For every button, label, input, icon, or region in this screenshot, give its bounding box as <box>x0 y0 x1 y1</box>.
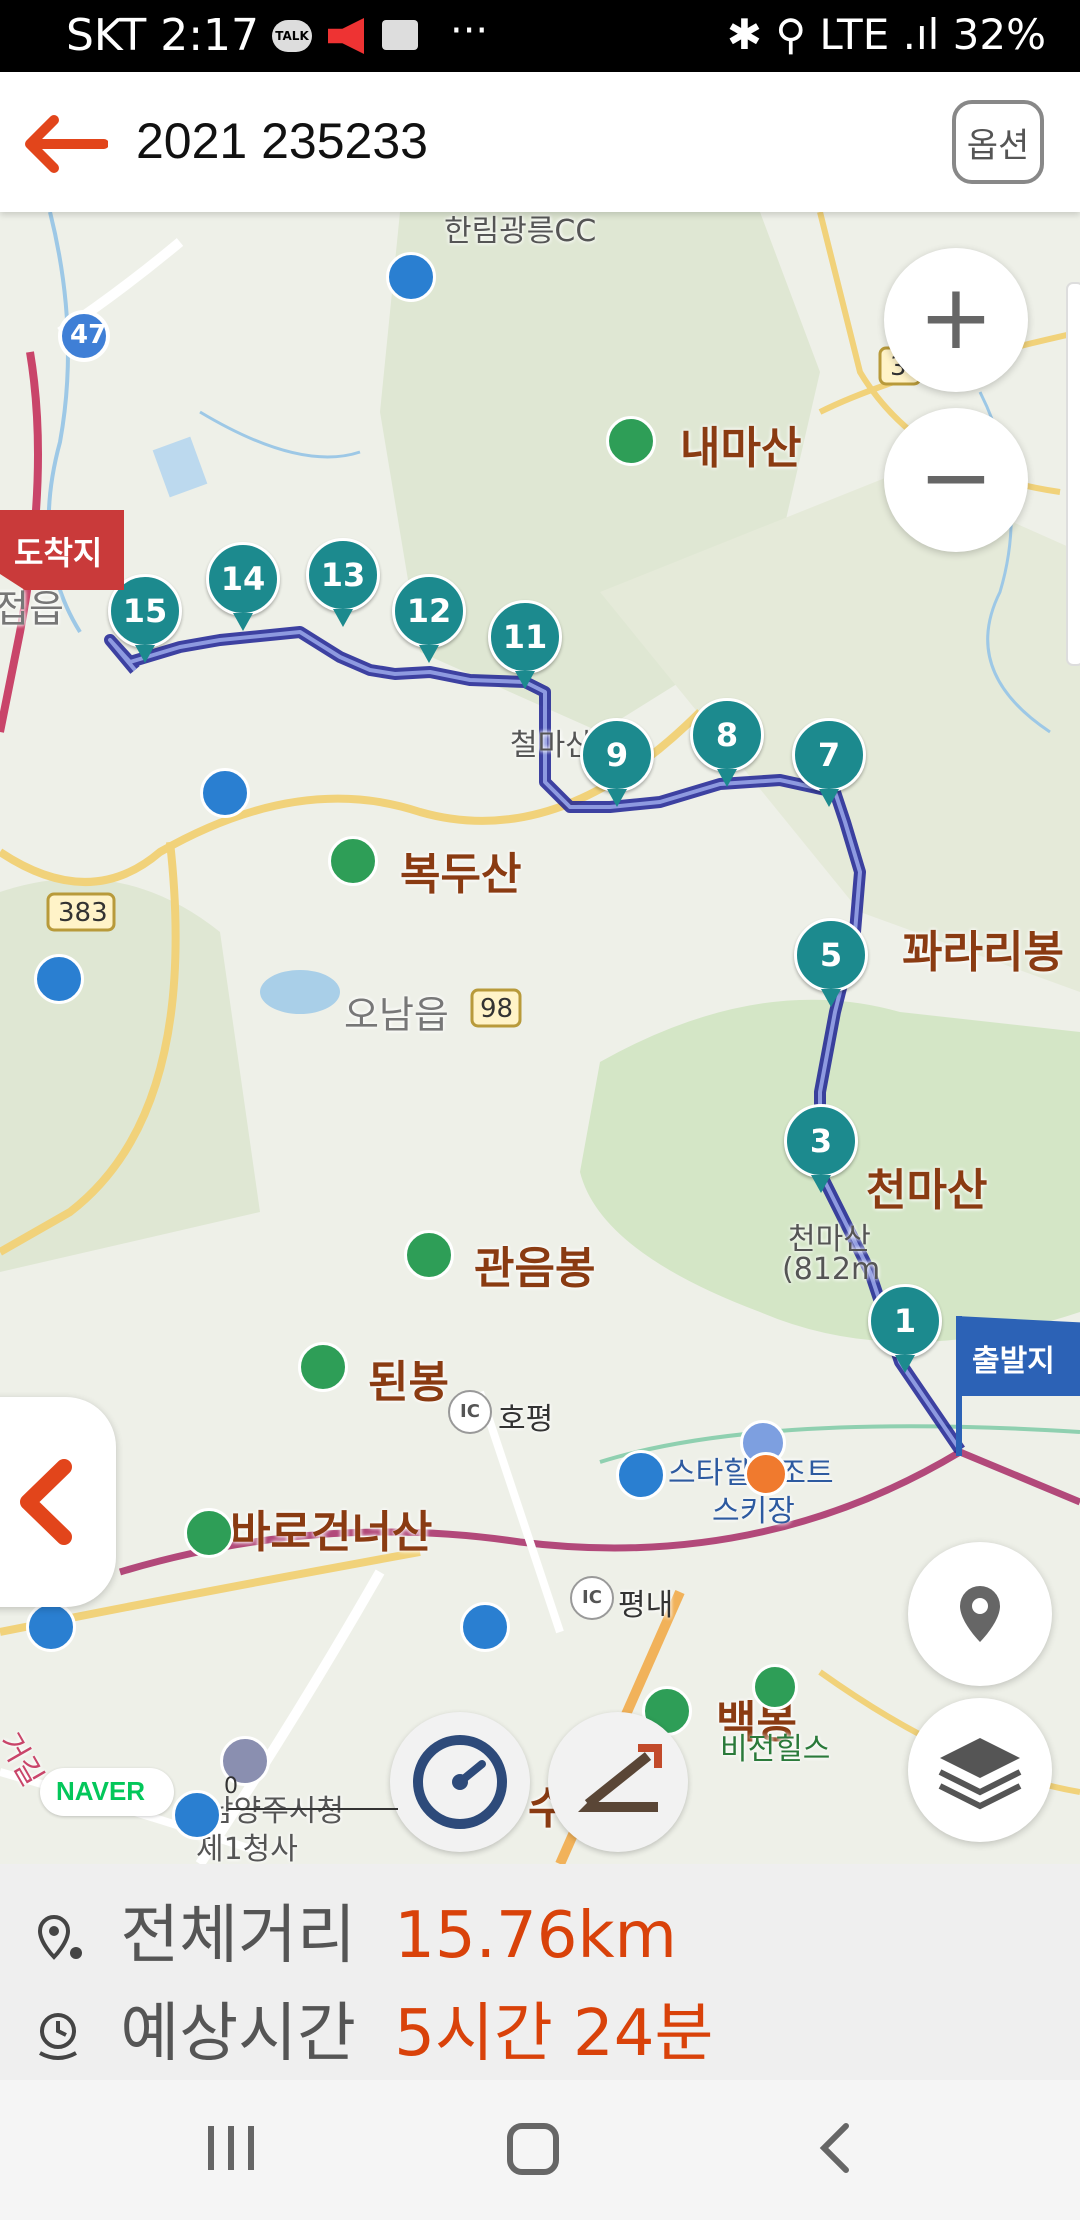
map-label-bokdusan: 복두산 <box>400 849 522 900</box>
road-98-label: 98 <box>480 994 514 1024</box>
map-view[interactable]: 47 383 98 3 한림광릉CC 내마산 복두산 꽈라리봉 오남읍 천마산 … <box>0 212 1080 1864</box>
map-scrollbar[interactable] <box>1066 282 1080 666</box>
map-label-gwaneumbong: 관음봉 <box>474 1243 596 1294</box>
time-label: 예상시간 <box>120 1997 356 2071</box>
waypoint-marker-1[interactable]: 1 <box>868 1284 942 1373</box>
waypoint-marker-13[interactable]: 13 <box>306 538 380 627</box>
mountain-icon[interactable] <box>184 1508 234 1558</box>
waypoint-marker-3[interactable]: 3 <box>784 1104 858 1193</box>
megaphone-icon <box>328 18 364 54</box>
map-label-kkararibong: 꽈라리봉 <box>902 927 1064 978</box>
naver-logo-text: NAVER <box>56 1776 146 1806</box>
star-icon[interactable] <box>744 1452 788 1496</box>
road-47-label: 47 <box>70 320 107 350</box>
map-scale-label: 0 <box>224 1774 238 1799</box>
status-system-icons: ✱ ⚲ LTE .ıl 32% <box>726 10 1046 59</box>
back-arrow-icon[interactable] <box>24 114 108 174</box>
status-carrier-time: SKT 2:17 <box>66 10 260 61</box>
waypoint-marker-5[interactable]: 5 <box>794 918 868 1007</box>
distance-label: 전체거리 <box>120 1899 356 1973</box>
elevation-button[interactable] <box>548 1712 688 1852</box>
ic-badge-hopyeong: IC <box>448 1390 492 1434</box>
waypoint-marker-11[interactable]: 11 <box>488 600 562 689</box>
more-notifications-icon: ··· <box>450 8 489 54</box>
recent-apps-icon[interactable] <box>208 2126 254 2170</box>
arrival-flag[interactable]: 도착지 <box>0 510 124 590</box>
speedometer-icon <box>413 1735 507 1829</box>
time-row: 예상시간 5시간 24분 <box>30 1982 713 2082</box>
system-nav-bar <box>0 2080 1080 2220</box>
departure-flag[interactable]: 출발지 <box>950 1316 1080 1466</box>
speedometer-button[interactable] <box>390 1712 530 1852</box>
app-header: 2021 235233 옵션 <box>0 72 1080 212</box>
park-icon[interactable] <box>460 1602 510 1652</box>
minus-icon: − <box>918 425 994 530</box>
waypoint-marker-8[interactable]: 8 <box>690 698 764 787</box>
map-label-doenbong: 된봉 <box>368 1357 449 1408</box>
time-value: 5시간 24분 <box>394 1997 714 2071</box>
zoom-in-button[interactable]: + <box>884 248 1028 392</box>
page-title: 2021 235233 <box>136 113 428 169</box>
zoom-out-button[interactable]: − <box>884 408 1028 552</box>
map-label-hopyeong: 호평 <box>498 1402 554 1437</box>
map-label-pyeongnae: 평내 <box>618 1588 674 1623</box>
route-summary-panel: 전체거리 15.76km 예상시간 5시간 24분 <box>0 1864 1080 2080</box>
back-nav-icon[interactable] <box>819 2123 849 2173</box>
waypoint-marker-14[interactable]: 14 <box>206 542 280 631</box>
options-button[interactable]: 옵션 <box>952 100 1044 184</box>
plus-icon: + <box>918 265 994 370</box>
message-icon <box>382 20 418 50</box>
arrival-label: 도착지 <box>14 534 103 572</box>
distance-row: 전체거리 15.76km <box>30 1884 677 1984</box>
park-icon[interactable] <box>200 768 250 818</box>
waypoint-marker-9[interactable]: 9 <box>580 718 654 807</box>
my-location-button[interactable] <box>908 1542 1052 1686</box>
map-label-onameup: 오남읍 <box>344 993 449 1037</box>
clock-pin-icon <box>39 2013 77 2061</box>
park-icon[interactable] <box>172 1790 222 1840</box>
elevation-icon <box>578 1744 662 1812</box>
park-icon[interactable] <box>26 1602 76 1652</box>
departure-label: 출발지 <box>972 1344 1055 1379</box>
status-bar: SKT 2:17 TALK ··· ✱ ⚲ LTE .ıl 32% <box>0 0 1080 72</box>
map-label-vision-hills: 비전힐스 <box>720 1732 831 1767</box>
layers-icon <box>938 1738 1022 1810</box>
map-scale-bar <box>228 1808 398 1810</box>
map-label-cheonmasan-alt: (812m <box>782 1252 881 1287</box>
map-label-cc: 한림광릉CC <box>444 214 597 249</box>
location-pin-icon <box>960 1586 1000 1642</box>
mountain-icon[interactable] <box>298 1342 348 1392</box>
map-label-naemasan: 내마산 <box>680 423 802 474</box>
park-icon[interactable] <box>616 1450 666 1500</box>
mountain-icon[interactable] <box>328 836 378 886</box>
distance-pin-icon <box>37 1915 82 1961</box>
flag-icon[interactable] <box>752 1664 798 1710</box>
talk-icon: TALK <box>272 20 312 52</box>
map-label-barogeonneosan: 바로건너산 <box>230 1507 433 1558</box>
waypoint-marker-7[interactable]: 7 <box>792 718 866 807</box>
distance-value: 15.76km <box>394 1899 677 1973</box>
layers-button[interactable] <box>908 1698 1052 1842</box>
ic-badge-pyeongnae: IC <box>570 1576 614 1620</box>
road-383-label: 383 <box>58 898 108 928</box>
home-icon[interactable] <box>507 2123 559 2175</box>
mountain-icon[interactable] <box>404 1230 454 1280</box>
map-label-cheonmasan: 천마산 <box>866 1165 988 1216</box>
collapse-panel-button[interactable] <box>0 1397 116 1607</box>
park-icon[interactable] <box>386 252 436 302</box>
park-icon[interactable] <box>34 954 84 1004</box>
waypoint-marker-12[interactable]: 12 <box>392 574 466 663</box>
chevron-left-icon <box>20 1459 72 1545</box>
mountain-icon[interactable] <box>606 416 656 466</box>
naver-logo: NAVER <box>40 1768 174 1816</box>
